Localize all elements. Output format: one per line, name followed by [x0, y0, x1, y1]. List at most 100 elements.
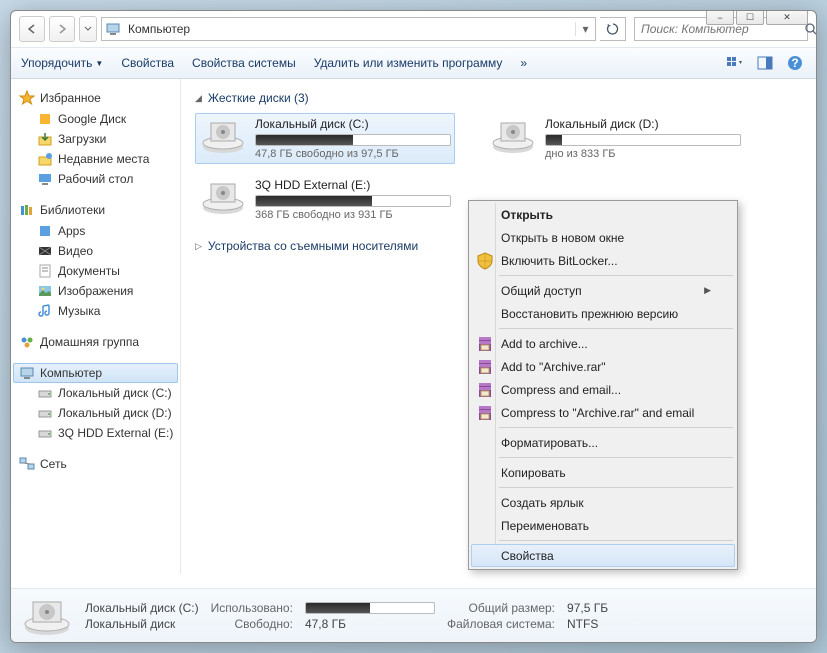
folder-icon: [37, 171, 53, 187]
help-button[interactable]: ?: [784, 52, 806, 74]
context-menu-item[interactable]: Общий доступ ▶: [471, 279, 735, 302]
star-icon: [19, 90, 35, 106]
computer-icon: [102, 21, 124, 37]
sidebar-item-library[interactable]: Изображения: [13, 281, 178, 301]
sidebar-item-drive[interactable]: 3Q HDD External (E:): [13, 423, 178, 443]
drive-icon: [199, 117, 247, 157]
context-menu-item[interactable]: Compress to "Archive.rar" and email: [471, 401, 735, 424]
preview-pane-button[interactable]: [754, 52, 776, 74]
context-menu-item[interactable]: Копировать: [471, 461, 735, 484]
maximize-button[interactable]: ☐: [736, 11, 764, 25]
library-icon: [37, 303, 53, 319]
chevron-down-icon: [84, 25, 92, 33]
system-properties-button[interactable]: Свойства системы: [192, 56, 296, 70]
computer-header[interactable]: Компьютер: [13, 363, 178, 383]
arrow-right-icon: [56, 23, 68, 35]
context-separator: [499, 328, 733, 329]
history-dropdown[interactable]: [79, 16, 97, 42]
drive-name: Локальный диск (D:): [545, 117, 741, 131]
context-separator: [499, 487, 733, 488]
uninstall-button[interactable]: Удалить или изменить программу: [314, 56, 503, 70]
homegroup-header[interactable]: Домашняя группа: [13, 331, 178, 353]
context-menu-item[interactable]: Создать ярлык: [471, 491, 735, 514]
drive-icon: [37, 385, 53, 401]
library-icon: [37, 263, 53, 279]
context-separator: [499, 457, 733, 458]
context-menu-item[interactable]: Add to archive...: [471, 332, 735, 355]
toolbar-overflow[interactable]: »: [520, 56, 527, 70]
context-menu-item[interactable]: Включить BitLocker...: [471, 249, 735, 272]
expand-icon: ▷: [195, 241, 202, 252]
context-separator: [499, 540, 733, 541]
details-usage-bar: [305, 602, 435, 614]
view-icon: [726, 56, 744, 70]
context-menu-item[interactable]: Compress and email...: [471, 378, 735, 401]
context-menu-item[interactable]: Переименовать: [471, 514, 735, 537]
details-free-value: 47,8 ГБ: [305, 617, 435, 631]
sidebar-item-favorite[interactable]: Загрузки: [13, 129, 178, 149]
sidebar-item-drive[interactable]: Локальный диск (D:): [13, 403, 178, 423]
arrow-left-icon: [26, 23, 38, 35]
organize-menu[interactable]: Упорядочить ▼: [21, 56, 103, 70]
context-menu-item[interactable]: Открыть: [471, 203, 735, 226]
sidebar-item-drive[interactable]: Локальный диск (C:): [13, 383, 178, 403]
sidebar-item-library[interactable]: Apps: [13, 221, 178, 241]
drive-item[interactable]: 3Q HDD External (E:) 368 ГБ свободно из …: [195, 174, 455, 225]
drive-free-text: дно из 833 ГБ: [545, 148, 741, 160]
computer-icon: [19, 365, 35, 381]
context-menu-item[interactable]: Открыть в новом окне: [471, 226, 735, 249]
sidebar-item-favorite[interactable]: Google Диск: [13, 109, 178, 129]
rar-icon: [476, 381, 494, 399]
back-button[interactable]: [19, 16, 45, 42]
content-area: ◢ Жесткие диски (3) Локальный диск (C:) …: [181, 79, 816, 574]
context-menu-item[interactable]: Add to "Archive.rar": [471, 355, 735, 378]
view-options-button[interactable]: [724, 52, 746, 74]
sidebar-item-library[interactable]: Документы: [13, 261, 178, 281]
rar-icon: [476, 335, 494, 353]
libraries-header[interactable]: Библиотеки: [13, 199, 178, 221]
forward-button[interactable]: [49, 16, 75, 42]
sidebar-item-library[interactable]: Видео: [13, 241, 178, 261]
drive-icon: [37, 425, 53, 441]
address-text: Компьютер: [124, 22, 575, 36]
drive-name: Локальный диск (C:): [255, 117, 451, 131]
library-icon: [37, 283, 53, 299]
properties-button[interactable]: Свойства: [121, 56, 174, 70]
drive-name: 3Q HDD External (E:): [255, 178, 451, 192]
details-fs-value: NTFS: [567, 617, 608, 631]
refresh-button[interactable]: [600, 17, 626, 41]
favorites-header[interactable]: Избранное: [13, 87, 178, 109]
svg-text:?: ?: [791, 56, 798, 70]
details-disk-type: Локальный диск: [85, 617, 199, 631]
rar-icon: [476, 404, 494, 422]
sidebar-item-library[interactable]: Музыка: [13, 301, 178, 321]
close-button[interactable]: ✕: [766, 11, 808, 25]
drive-free-text: 368 ГБ свободно из 931 ГБ: [255, 209, 451, 221]
toolbar: Упорядочить ▼ Свойства Свойства системы …: [11, 47, 816, 79]
rar-icon: [476, 358, 494, 376]
details-total-label: Общий размер:: [447, 601, 555, 615]
drive-item[interactable]: Локальный диск (D:) дно из 833 ГБ: [485, 113, 745, 164]
address-dropdown[interactable]: ▾: [575, 22, 595, 36]
library-icon: [37, 223, 53, 239]
context-menu-item[interactable]: Восстановить прежнюю версию: [471, 302, 735, 325]
hard-drives-header[interactable]: ◢ Жесткие диски (3): [195, 91, 802, 105]
address-bar[interactable]: Компьютер ▾: [101, 17, 596, 41]
sidebar-item-favorite[interactable]: Недавние места: [13, 149, 178, 169]
context-menu-item[interactable]: Форматировать...: [471, 431, 735, 454]
drive-icon: [199, 178, 247, 218]
library-icon: [37, 243, 53, 259]
context-menu: Открыть Открыть в новом окне Включить Bi…: [468, 200, 738, 570]
folder-icon: [37, 151, 53, 167]
folder-icon: [37, 131, 53, 147]
minimize-button[interactable]: −: [706, 11, 734, 25]
context-menu-item[interactable]: Свойства: [471, 544, 735, 567]
drive-item[interactable]: Локальный диск (C:) 47,8 ГБ свободно из …: [195, 113, 455, 164]
homegroup-icon: [19, 334, 35, 350]
details-total-value: 97,5 ГБ: [567, 601, 608, 615]
details-used-label: Использовано:: [211, 601, 293, 615]
details-pane: Локальный диск (C:) Использовано: Общий …: [11, 588, 816, 642]
network-header[interactable]: Сеть: [13, 453, 178, 475]
sidebar-item-favorite[interactable]: Рабочий стол: [13, 169, 178, 189]
help-icon: ?: [787, 55, 803, 71]
